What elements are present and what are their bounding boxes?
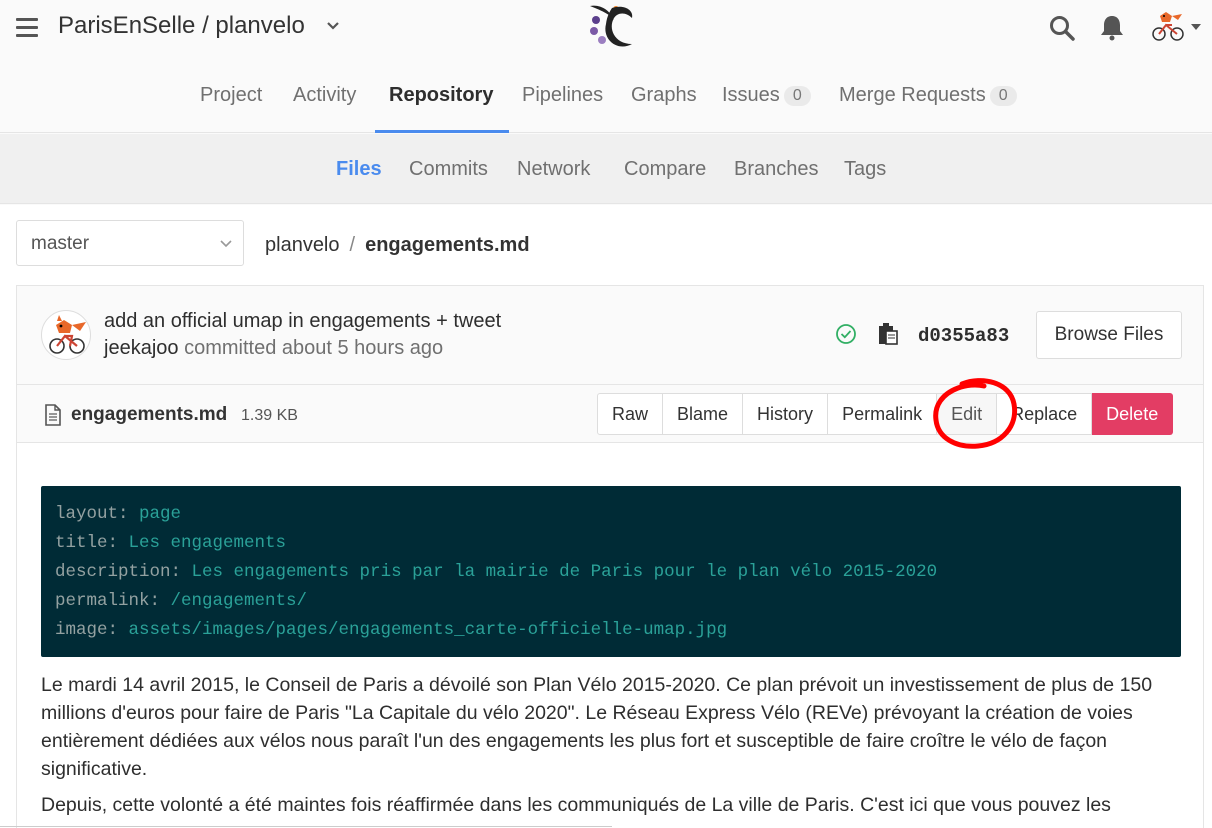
merge-requests-count-badge: 0 [989,86,1017,106]
commit-time: committed about 5 hours ago [184,337,444,359]
raw-button[interactable]: Raw [597,393,664,435]
blame-button[interactable]: Blame [663,393,744,435]
tab-issues-label: Issues [722,84,780,106]
code-value: Les engagements [118,533,287,553]
tab-pipelines[interactable]: Pipelines [522,84,603,107]
branch-select[interactable]: master [16,220,244,266]
history-button[interactable]: History [743,393,829,435]
scroll-divider [0,826,612,827]
last-commit-panel: add an official umap in engagements + tw… [16,285,1204,385]
breadcrumb: planvelo / engagements.md [265,234,530,257]
code-value: Les engagements pris par la mairie de Pa… [181,562,938,582]
fox-bike-avatar-icon [49,315,86,354]
frontmatter-code-block: layout: page title: Les engagements descri… [41,486,1181,657]
commit-message[interactable]: add an official umap in engagements + tw… [104,310,501,333]
tab-activity[interactable]: Activity [293,84,356,107]
chevron-down-icon [220,240,232,248]
commit-author[interactable]: jeekajoo [104,337,179,359]
active-tab-indicator [375,130,509,133]
project-nav: Project Activity Repository Pipelines Gr… [0,56,1212,133]
code-key: description: [55,562,182,582]
delete-button[interactable]: Delete [1092,393,1174,435]
subtab-branches[interactable]: Branches [734,158,819,181]
tab-project[interactable]: Project [200,84,262,107]
breadcrumb-file[interactable]: engagements.md [365,234,529,256]
file-header: engagements.md 1.39 KB Raw Blame History… [16,385,1204,443]
notification-bell-icon[interactable] [1098,13,1126,41]
code-key: permalink: [55,591,161,611]
code-key: layout: [55,504,129,524]
code-value: assets/images/pages/engagements_carte-of… [118,620,728,640]
tab-merge-requests[interactable]: Merge Requests 0 [839,84,1017,107]
file-size: 1.39 KB [241,407,298,424]
code-line: permalink: /engagements/ [55,587,1167,616]
file-actions: Raw Blame History Permalink Edit Replace… [597,393,1174,435]
commit-author-avatar[interactable] [41,310,91,360]
chevron-down-icon[interactable] [325,18,341,34]
user-avatar-icon[interactable] [1150,10,1186,42]
body-paragraph-2: Depuis, cette volonté a été maintes fois… [41,794,1111,816]
search-icon[interactable] [1048,14,1076,42]
subtab-network[interactable]: Network [517,158,590,181]
repository-subnav: Files Commits Network Compare Branches T… [0,134,1212,204]
code-line: image: assets/images/pages/engagements_c… [55,616,1167,645]
tab-merge-requests-label: Merge Requests [839,84,986,106]
file-content: layout: page title: Les engagements descri… [16,443,1204,828]
main-content: master planvelo / engagements.md add an of… [0,205,1212,828]
breadcrumb-repo[interactable]: planvelo [265,234,340,256]
subtab-files[interactable]: Files [336,158,382,181]
code-key: title: [55,533,119,553]
pipeline-success-icon[interactable] [835,323,857,345]
body-paragraph-1: Le mardi 14 avril 2015, le Conseil de Pa… [41,674,1153,780]
file-name: engagements.md [71,404,228,425]
subtab-compare[interactable]: Compare [624,158,706,181]
commit-sha[interactable]: d0355a83 [918,325,1009,347]
logo-icon[interactable] [584,0,638,52]
annotation-circle [933,378,1018,449]
hamburger-menu-icon[interactable] [16,18,38,37]
breadcrumb-separator: / [349,234,356,256]
project-title[interactable]: ParisEnSelle / planvelo [58,12,305,40]
commit-meta: jeekajoo committed about 5 hours ago [104,337,443,360]
permalink-button[interactable]: Permalink [828,393,938,435]
code-line: title: Les engagements [55,529,1167,558]
code-line: description: Les engagements pris par la… [55,558,1167,587]
copy-clipboard-icon[interactable] [877,322,899,346]
code-value: page [128,504,182,524]
subtab-tags[interactable]: Tags [844,158,886,181]
file-text-icon [45,404,61,426]
subtab-commits[interactable]: Commits [409,158,488,181]
code-key: image: [55,620,119,640]
code-line: layout: page [55,500,1167,529]
tab-graphs[interactable]: Graphs [631,84,697,107]
top-header: ParisEnSelle / planvelo [0,0,1212,56]
code-value: /engagements/ [160,591,308,611]
tab-issues[interactable]: Issues 0 [722,84,811,107]
browse-files-button[interactable]: Browse Files [1036,311,1182,359]
caret-down-icon[interactable] [1190,22,1202,32]
branch-select-value: master [31,233,90,254]
tab-repository[interactable]: Repository [389,84,493,107]
issues-count-badge: 0 [783,86,811,106]
